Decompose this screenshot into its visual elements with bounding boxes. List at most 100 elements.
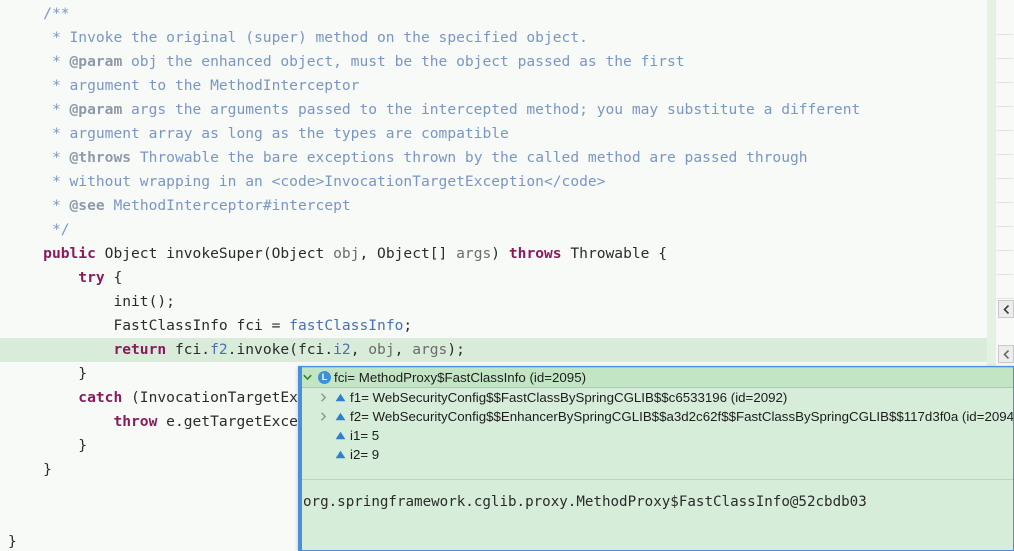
scrollbar-tick: [997, 154, 1013, 155]
code-line[interactable]: * @throws Throwable the bare exceptions …: [0, 146, 996, 170]
variable-label: i1= 5: [350, 428, 380, 443]
code-token: .invoke(fci.: [227, 341, 334, 358]
chevron-left-icon[interactable]: [998, 345, 1014, 363]
scrollbar-tick: [997, 130, 1013, 131]
code-token: );: [447, 341, 465, 358]
code-token: obj: [333, 245, 360, 262]
scrollbar-tick: [997, 178, 1013, 179]
code-line[interactable]: * without wrapping in an <code>Invocatio…: [0, 170, 996, 194]
code-token: (Object: [262, 245, 334, 262]
variables-tree-row[interactable]: i2= 9: [299, 445, 1013, 464]
code-token: throws: [508, 245, 562, 262]
code-token: *: [51, 101, 70, 118]
code-token: *: [51, 53, 70, 70]
chevron-left-icon[interactable]: [998, 300, 1014, 318]
scrollbar-tick: [997, 106, 1013, 107]
code-token: *: [51, 149, 70, 166]
variable-label: i2= 9: [350, 447, 380, 462]
code-token: }: [78, 365, 88, 382]
code-line[interactable]: * @param obj the enhanced object, must b…: [0, 50, 996, 74]
variables-tree[interactable]: Lfci= MethodProxy$FastClassInfo (id=2095…: [299, 367, 1013, 479]
scrollbar-tick: [997, 250, 1013, 251]
variable-label: f1= WebSecurityConfig$$FastClassBySpring…: [350, 390, 788, 405]
code-line[interactable]: public Object invokeSuper(Object obj, Ob…: [0, 242, 996, 266]
debugger-value-popup[interactable]: Lfci= MethodProxy$FastClassInfo (id=2095…: [298, 366, 1014, 551]
popup-accent-bar: [299, 367, 302, 550]
code-line[interactable]: * Invoke the original (super) method on …: [0, 26, 996, 50]
code-line[interactable]: /**: [0, 2, 996, 26]
code-line-highlighted[interactable]: return fci.f2.invoke(fci.i2, obj, args);: [0, 338, 996, 362]
code-line[interactable]: init();: [0, 290, 996, 314]
code-token: f2: [210, 341, 228, 358]
scrollbar-tick: [997, 82, 1013, 83]
code-token: MethodInterceptor#intercept: [104, 197, 351, 214]
variables-tree-row[interactable]: f2= WebSecurityConfig$$EnhancerBySpringC…: [299, 407, 1013, 426]
field-triangle-icon: [332, 431, 349, 440]
local-variable-badge: L: [318, 371, 331, 384]
code-token: ): [491, 245, 509, 262]
variables-tree-row-selected[interactable]: Lfci= MethodProxy$FastClassInfo (id=2095…: [299, 367, 1013, 388]
scrollbar-tick: [997, 58, 1013, 59]
variables-tree-row[interactable]: i1= 5: [299, 426, 1013, 445]
code-token: args: [412, 341, 448, 358]
code-token: Object: [95, 245, 167, 262]
code-line[interactable]: * argument to the MethodInterceptor: [0, 74, 996, 98]
code-token: throw: [113, 413, 158, 430]
code-token: }: [8, 533, 17, 550]
code-token: obj the enhanced object, must be the obj…: [122, 53, 685, 70]
scrollbar-tick: [997, 202, 1013, 203]
field-triangle-icon: [332, 412, 349, 421]
scrollbar-tick: [997, 274, 1013, 275]
code-line[interactable]: */: [0, 218, 996, 242]
variables-tree-row[interactable]: f1= WebSecurityConfig$$FastClassBySpring…: [299, 388, 1013, 407]
code-token: fastClassInfo: [289, 317, 404, 334]
code-line[interactable]: FastClassInfo fci = fastClassInfo;: [0, 314, 996, 338]
code-line[interactable]: * @see MethodInterceptor#intercept: [0, 194, 996, 218]
variable-label: f2= WebSecurityConfig$$EnhancerBySpringC…: [350, 409, 1013, 424]
local-variable-icon: L: [316, 371, 333, 384]
field-triangle-icon: [332, 393, 349, 402]
scrollbar-tick: [997, 226, 1013, 227]
code-token: */: [51, 221, 70, 238]
code-token: return: [113, 341, 167, 358]
code-token: @throws: [69, 149, 132, 166]
field-triangle-icon: [332, 450, 349, 459]
code-token: init();: [113, 293, 175, 310]
chevron-right-icon[interactable]: [315, 412, 332, 421]
code-token: }: [78, 437, 88, 454]
code-line[interactable]: * @param args the arguments passed to th…: [0, 98, 996, 122]
chevron-right-icon[interactable]: [315, 393, 332, 402]
code-token: * argument to the MethodInterceptor: [51, 77, 360, 94]
code-token: @param: [69, 53, 123, 70]
code-token: /**: [43, 5, 70, 22]
code-token: @param: [69, 101, 123, 118]
code-token: {: [104, 269, 123, 286]
code-line[interactable]: try {: [0, 266, 996, 290]
code-token: FastClassInfo fci =: [113, 317, 290, 334]
code-token: ,: [394, 341, 413, 358]
code-token: *: [51, 197, 70, 214]
code-line[interactable]: * argument array as long as the types ar…: [0, 122, 996, 146]
code-token: fci.: [166, 341, 211, 358]
code-token: * argument array as long as the types ar…: [51, 125, 509, 142]
code-token: catch: [78, 389, 123, 406]
code-token: args the arguments passed to the interce…: [122, 101, 861, 118]
